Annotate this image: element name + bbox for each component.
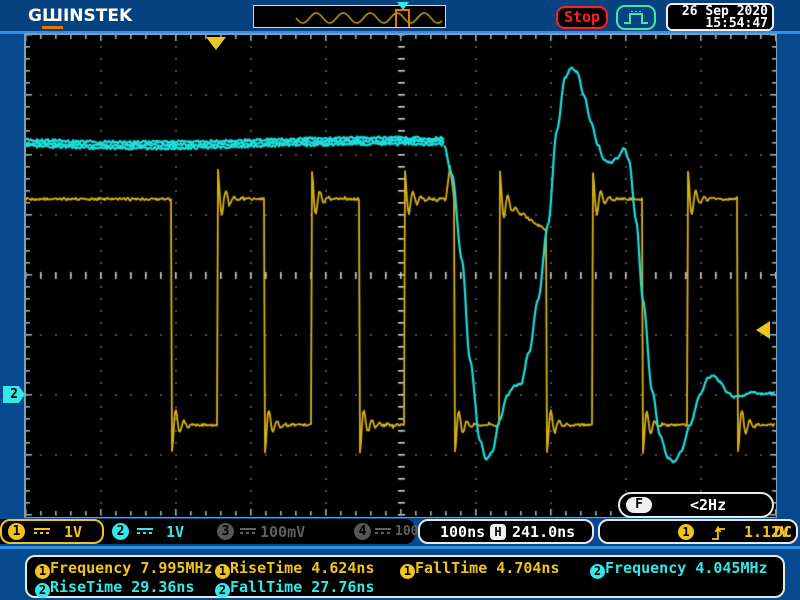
- brand-part3: INSTEK: [63, 6, 132, 26]
- bottom-separator: [0, 546, 800, 549]
- memory-trigger-marker-icon: [397, 2, 409, 10]
- measurement-value: 29.36ns: [131, 578, 194, 596]
- dc-coupling-icon: [137, 528, 153, 535]
- brand-logo: GШINSTEK: [28, 6, 132, 26]
- measurement-value: 4.045MHz: [695, 559, 767, 577]
- measurement-value: 7.995MHz: [140, 559, 212, 577]
- measurement-item: 1FallTime 4.704ns: [400, 559, 560, 577]
- channel2-badge: 2: [112, 523, 129, 540]
- channel1-status[interactable]: 1 1V: [0, 519, 104, 544]
- measurement-item: 2Frequency 4.045MHz: [590, 559, 768, 577]
- channel2-status[interactable]: 2 1V: [104, 519, 208, 544]
- frequency-counter-value: <2Hz: [690, 496, 726, 514]
- channel1-badge: 1: [400, 564, 415, 579]
- frequency-counter-icon: F: [626, 497, 652, 513]
- channel2-zero-marker[interactable]: 2: [3, 386, 25, 403]
- dc-coupling-icon: [375, 528, 391, 535]
- channel1-scale: 1V: [64, 523, 82, 541]
- channel3-status[interactable]: 3 100mV: [208, 519, 312, 544]
- waveform-display: [26, 35, 776, 517]
- measurement-item: 1Frequency 7.995MHz: [35, 559, 213, 577]
- measurement-name: RiseTime: [50, 578, 122, 596]
- channel2-badge: 2: [215, 583, 230, 598]
- datetime-display: 26 Sep 2020 15:54:47: [666, 3, 774, 31]
- channel1-badge: 1: [35, 564, 50, 579]
- time-text: 15:54:47: [668, 18, 768, 30]
- measurement-name: FallTime: [230, 578, 302, 596]
- memory-waveform-preview: [254, 6, 445, 27]
- timebase-delay: 241.0ns: [512, 523, 575, 541]
- measurement-name: FallTime: [415, 559, 487, 577]
- measurement-name: Frequency: [50, 559, 131, 577]
- pulse-icon: [622, 9, 650, 26]
- trigger-level-marker-icon[interactable]: [756, 321, 770, 339]
- trigger-coupling: DC: [774, 523, 792, 541]
- measurement-value: 4.704ns: [496, 559, 559, 577]
- measurement-name: Frequency: [605, 559, 686, 577]
- measurement-item: 1RiseTime 4.624ns: [215, 559, 375, 577]
- trigger-position-marker-icon[interactable]: [206, 37, 226, 50]
- channel2-scale: 1V: [166, 523, 184, 541]
- top-bar: GШINSTEK Stop 26 Sep 2020 15:54:47: [0, 0, 800, 31]
- horizontal-icon: H: [490, 524, 506, 540]
- memory-bar[interactable]: [253, 5, 446, 28]
- brand-w-glyph: Ш: [42, 6, 63, 29]
- brand-part1: G: [28, 6, 42, 26]
- measurement-item: 2FallTime 27.76ns: [215, 578, 375, 596]
- channel1-badge: 1: [215, 564, 230, 579]
- measurement-value: 27.76ns: [311, 578, 374, 596]
- memory-window-bracket-icon[interactable]: [395, 9, 410, 27]
- channel4-badge: 4: [354, 523, 371, 540]
- trigger-status[interactable]: 1 1.12V DC: [598, 519, 798, 544]
- timebase-status[interactable]: 100ns H 241.0ns: [418, 519, 594, 544]
- channel3-badge: 3: [217, 523, 234, 540]
- trigger-source-badge: 1: [678, 524, 694, 540]
- trigger-frequency-badge: F <2Hz: [618, 492, 774, 518]
- channel1-badge: 1: [8, 523, 25, 540]
- channel3-scale: 100mV: [260, 523, 305, 541]
- measurements-panel: 1Frequency 7.995MHz 1RiseTime 4.624ns 1F…: [25, 555, 785, 598]
- channel2-badge: 2: [35, 583, 50, 598]
- dc-coupling-icon: [240, 528, 256, 535]
- measurement-name: RiseTime: [230, 559, 302, 577]
- channel4-status[interactable]: 4 100mV: [345, 519, 415, 544]
- measurement-value: 4.624ns: [311, 559, 374, 577]
- dc-coupling-icon: [34, 528, 50, 535]
- pulse-mode-button[interactable]: [616, 5, 656, 30]
- channel2-badge: 2: [590, 564, 605, 579]
- rising-edge-icon: [710, 524, 728, 542]
- timebase-scale: 100ns: [440, 523, 485, 541]
- measurement-item: 2RiseTime 29.36ns: [35, 578, 195, 596]
- oscilloscope-screen: GШINSTEK Stop 26 Sep 2020 15:54:47 2 F <…: [0, 0, 800, 600]
- stop-button[interactable]: Stop: [556, 6, 608, 29]
